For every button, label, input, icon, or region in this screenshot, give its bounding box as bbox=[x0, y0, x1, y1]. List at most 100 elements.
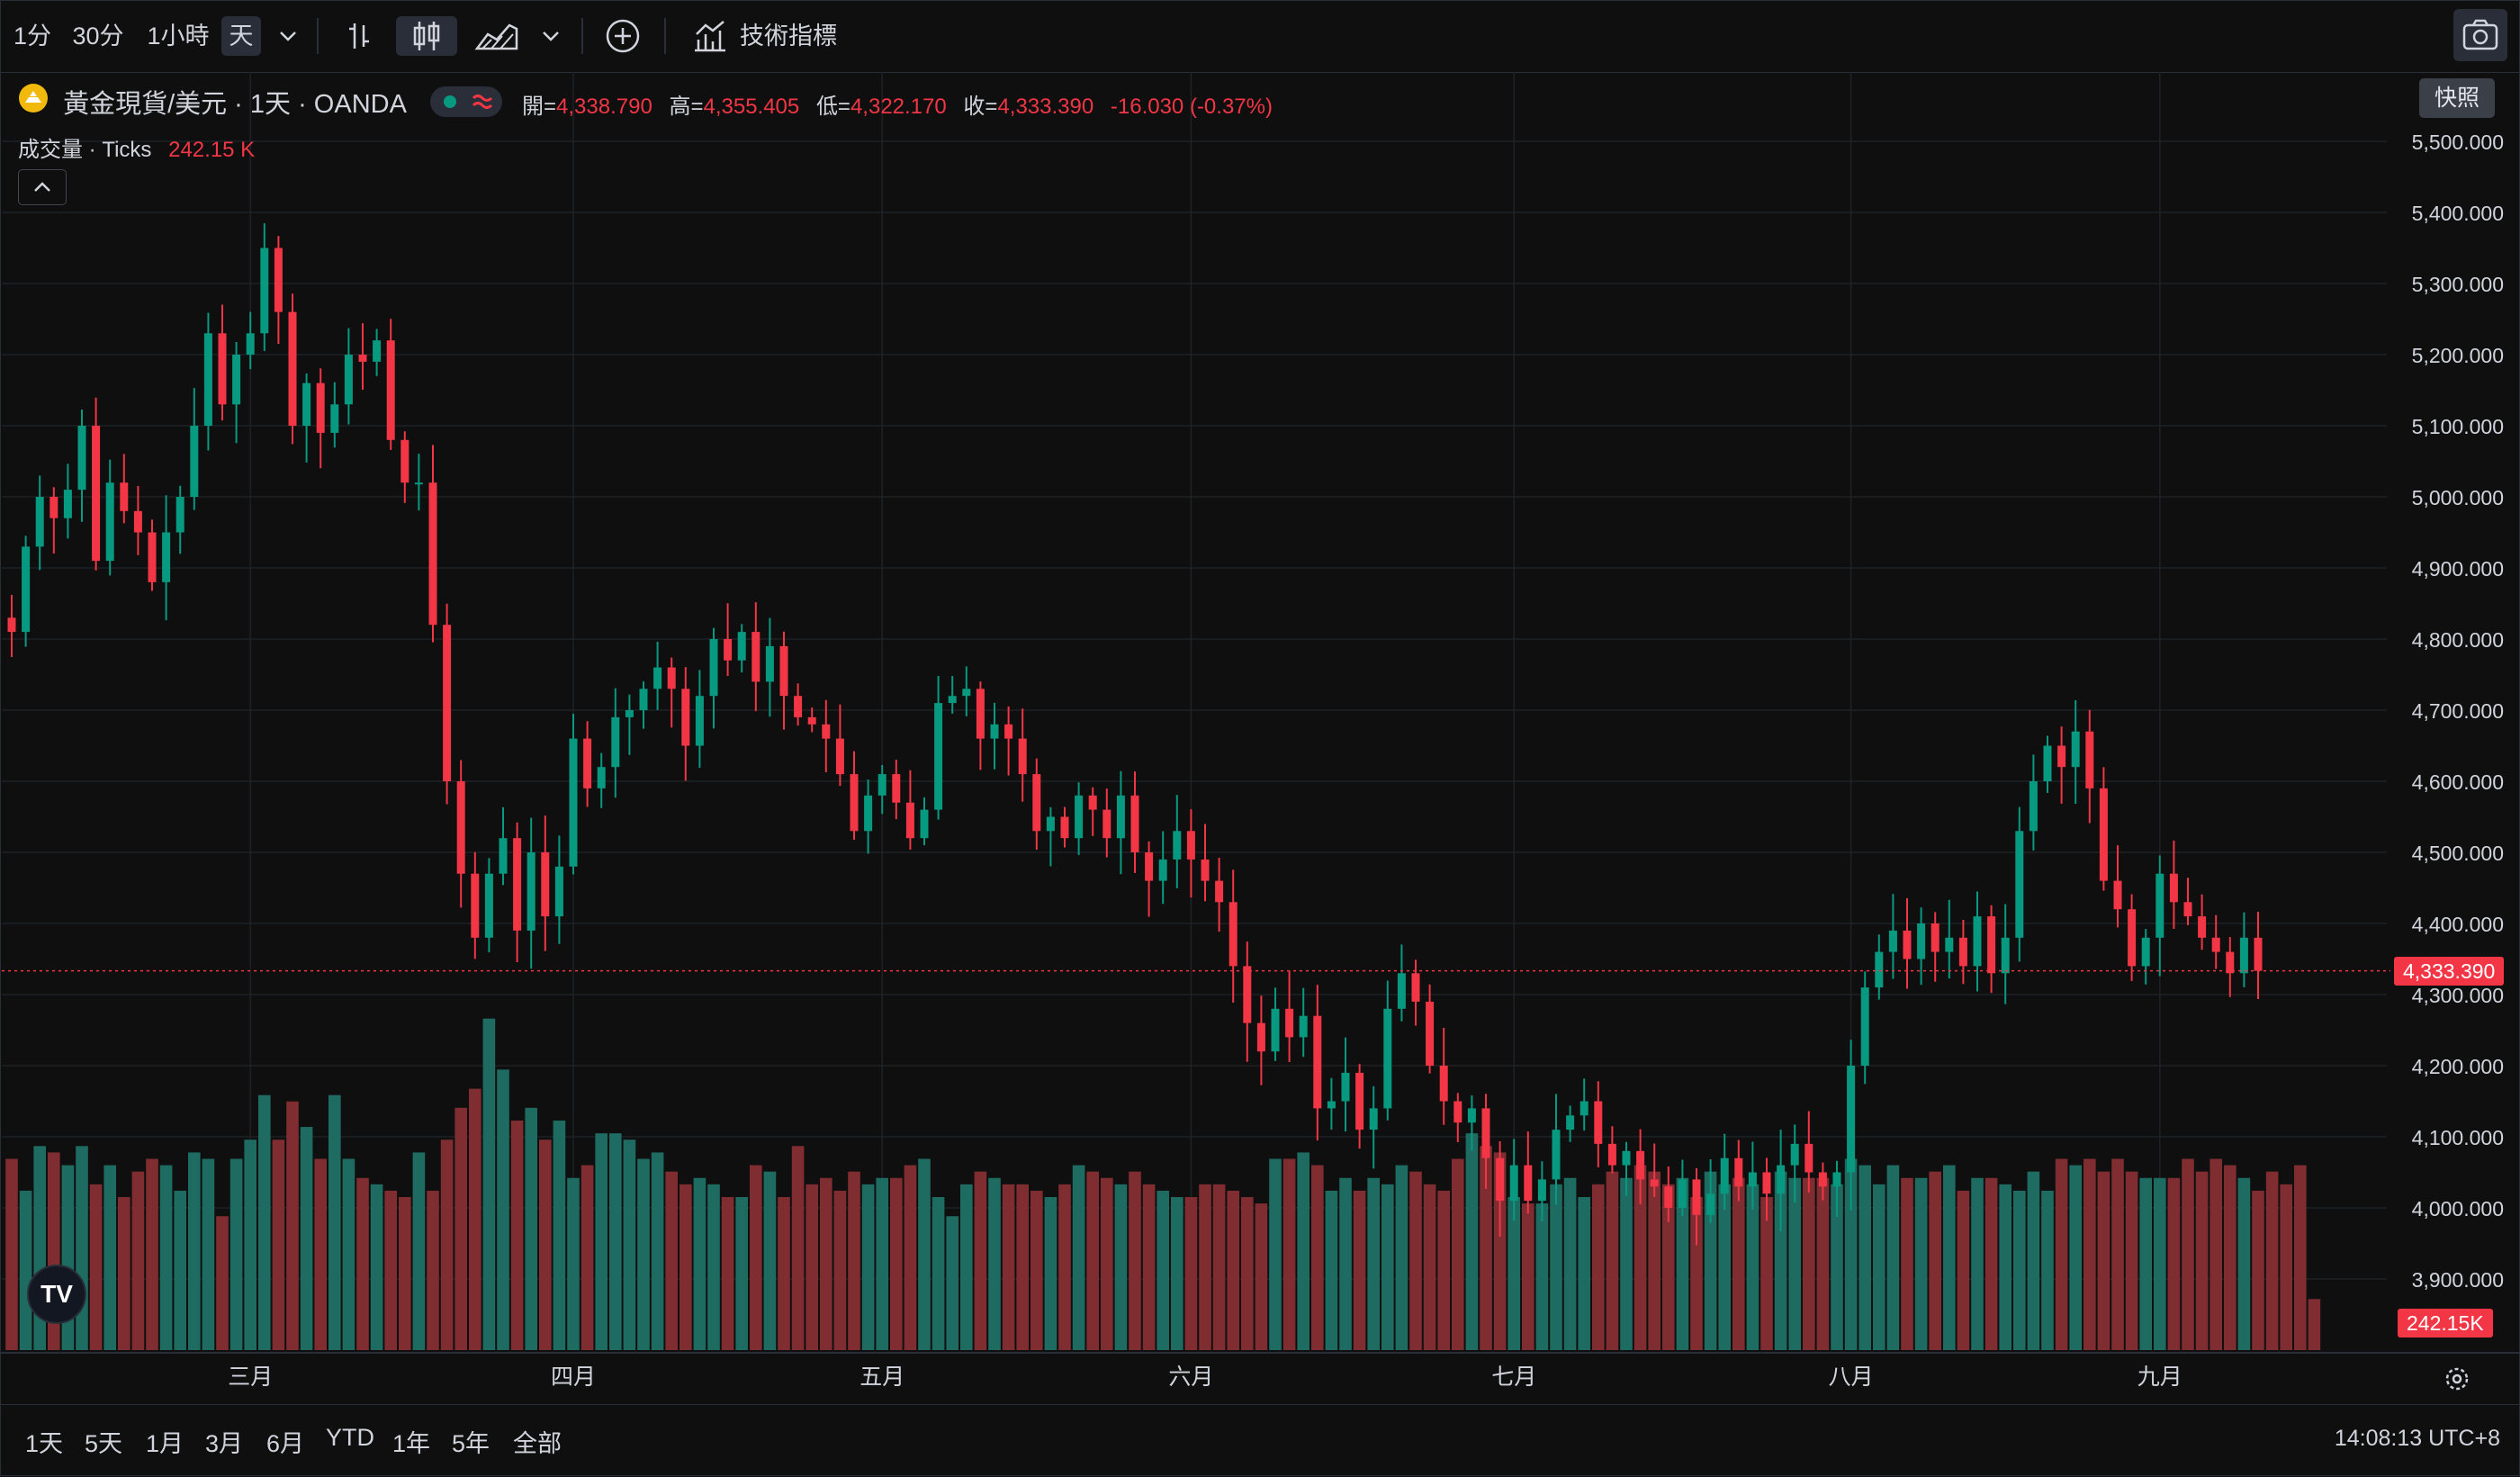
time-tick-label: 六月 bbox=[1168, 1364, 1213, 1390]
candle-body bbox=[35, 497, 44, 547]
range-all-button[interactable]: 全部 bbox=[513, 1424, 562, 1459]
candle-body bbox=[554, 866, 563, 917]
volume-bar bbox=[2139, 1177, 2152, 1350]
candle-body bbox=[1537, 1179, 1546, 1202]
volume-bar bbox=[1016, 1184, 1029, 1350]
candle-body bbox=[1201, 859, 1210, 881]
market-status-badge[interactable] bbox=[429, 86, 502, 117]
candle-body bbox=[22, 546, 31, 633]
volume-bar bbox=[2041, 1190, 2054, 1350]
candle-body bbox=[1818, 1172, 1827, 1187]
candle-body bbox=[288, 311, 297, 426]
range-5y-button[interactable]: 5年 bbox=[452, 1424, 490, 1459]
price-tick-label: 4,200.000 bbox=[2412, 1055, 2504, 1078]
volume-bar bbox=[1269, 1158, 1282, 1350]
range-1d-button[interactable]: 1天 bbox=[25, 1424, 63, 1459]
volume-bar bbox=[482, 1018, 496, 1350]
candle-body bbox=[1664, 1186, 1673, 1208]
range-3m-button[interactable]: 3月 bbox=[205, 1424, 243, 1459]
volume-bar bbox=[1957, 1190, 1970, 1350]
range-5d-button[interactable]: 5天 bbox=[85, 1424, 122, 1459]
candle-body bbox=[386, 340, 395, 440]
price-tick-label: 5,300.000 bbox=[2412, 273, 2504, 296]
candle-body bbox=[2183, 902, 2192, 917]
volume-bar bbox=[651, 1152, 664, 1350]
candle-body bbox=[1454, 1101, 1462, 1123]
candle-body bbox=[990, 724, 999, 739]
high-label: 高= bbox=[669, 95, 704, 119]
volume-bar bbox=[2237, 1177, 2251, 1350]
volume-bar bbox=[904, 1165, 917, 1350]
volume-bar bbox=[1199, 1184, 1211, 1350]
volume-bar bbox=[230, 1158, 243, 1350]
volume-bar bbox=[2294, 1165, 2307, 1350]
volume-bar bbox=[412, 1152, 426, 1350]
gold-coin-icon bbox=[18, 83, 49, 121]
candle-body bbox=[1832, 1172, 1841, 1187]
candle-body bbox=[148, 532, 157, 582]
volume-bar bbox=[1353, 1190, 1366, 1350]
candle-body bbox=[1706, 1193, 1715, 1215]
candle-body bbox=[2198, 916, 2207, 938]
candle-body bbox=[316, 383, 325, 433]
symbol-title[interactable]: 黃金現貨/美元 · 1天 · OANDA bbox=[63, 83, 407, 121]
volume-bar bbox=[1971, 1177, 1984, 1350]
candle-body bbox=[1692, 1179, 1701, 1215]
candle-body bbox=[962, 689, 971, 697]
candle-body bbox=[1622, 1150, 1631, 1166]
candle-body bbox=[1804, 1143, 1814, 1173]
candle-body bbox=[1369, 1108, 1378, 1130]
tradingview-logo[interactable]: TV bbox=[27, 1265, 86, 1324]
candle-body bbox=[1496, 1157, 1505, 1202]
candle-body bbox=[1327, 1101, 1336, 1109]
volume-bar bbox=[1732, 1177, 1745, 1350]
candle-body bbox=[1678, 1179, 1687, 1208]
candle-body bbox=[653, 667, 662, 689]
candle-body bbox=[499, 838, 508, 874]
candle-body bbox=[1186, 831, 1195, 860]
candle-body bbox=[765, 645, 774, 682]
volume-bar bbox=[1171, 1197, 1184, 1350]
range-1m-button[interactable]: 1月 bbox=[146, 1424, 184, 1459]
candle-body bbox=[260, 248, 269, 334]
collapse-legend-button[interactable] bbox=[18, 169, 67, 205]
candle-body bbox=[2099, 788, 2108, 881]
volume-bar bbox=[1044, 1197, 1058, 1350]
candle-body bbox=[302, 383, 311, 426]
candle-body bbox=[484, 873, 493, 938]
candle-body bbox=[1313, 1015, 1322, 1109]
volume-bar bbox=[1227, 1190, 1239, 1350]
volume-bar bbox=[1886, 1165, 1900, 1350]
volume-bar bbox=[1058, 1184, 1071, 1350]
volume-bar bbox=[146, 1158, 158, 1350]
axis-settings-gear-icon[interactable] bbox=[2441, 1363, 2473, 1395]
candle-body bbox=[1383, 1008, 1392, 1109]
volume-bar bbox=[2280, 1184, 2292, 1350]
candle-body bbox=[2085, 731, 2094, 788]
volume-bar bbox=[342, 1158, 356, 1350]
volume-bar bbox=[2125, 1171, 2138, 1350]
volume-bar bbox=[1943, 1165, 1956, 1350]
range-6m-button[interactable]: 6月 bbox=[266, 1424, 304, 1459]
price-tick-label: 4,900.000 bbox=[2412, 557, 2504, 581]
volume-bar bbox=[2224, 1165, 2236, 1350]
price-tick-label: 4,500.000 bbox=[2412, 842, 2504, 865]
candle-body bbox=[1566, 1115, 1575, 1130]
candle-body bbox=[1439, 1066, 1448, 1102]
volume-label[interactable]: 成交量 · Ticks bbox=[18, 138, 151, 162]
price-tick-label: 4,700.000 bbox=[2412, 699, 2504, 723]
utc-clock[interactable]: 14:08:13 UTC+8 bbox=[2335, 1426, 2500, 1452]
volume-bar bbox=[469, 1088, 482, 1350]
volume-bar bbox=[2097, 1171, 2110, 1350]
range-1y-button[interactable]: 1年 bbox=[392, 1424, 430, 1459]
candle-body bbox=[1888, 930, 1897, 952]
volume-bar bbox=[2055, 1158, 2068, 1350]
price-chart[interactable]: 5,500.000 5,400.000 5,300.000 5,200.000 5,10… bbox=[0, 0, 2520, 1404]
volume-bar bbox=[2182, 1158, 2194, 1350]
range-ytd-button[interactable]: YTD bbox=[326, 1424, 374, 1452]
low-value: 4,322.170 bbox=[850, 95, 947, 119]
volume-bar bbox=[300, 1127, 313, 1350]
volume-bar bbox=[707, 1184, 720, 1350]
candle-body bbox=[1088, 795, 1097, 810]
volume-bar bbox=[833, 1190, 847, 1350]
